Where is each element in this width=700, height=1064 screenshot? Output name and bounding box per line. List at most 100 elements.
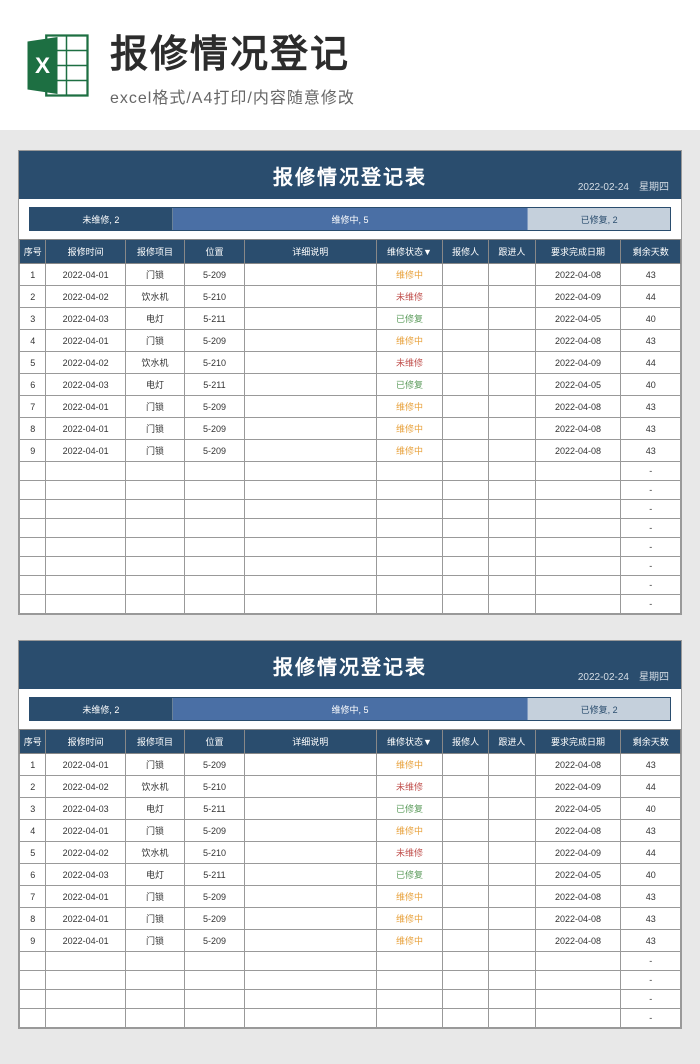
cell-desc (244, 440, 376, 462)
cell-seq: 9 (20, 930, 46, 952)
cell-item: 饮水机 (125, 842, 184, 864)
th-days: 剩余天数 (621, 240, 681, 264)
cell-person (443, 330, 489, 352)
th-loc: 位置 (185, 730, 244, 754)
sheet-container: 报修情况登记表 2022-02-24 星期四 未维修, 2 维修中, 5 已修复… (0, 130, 700, 1064)
cell-follow (489, 754, 535, 776)
cell-status: 维修中 (376, 820, 442, 842)
cell-req: 2022-04-09 (535, 776, 621, 798)
cell-follow (489, 908, 535, 930)
sheet-preview-1: 报修情况登记表 2022-02-24 星期四 未维修, 2 维修中, 5 已修复… (18, 150, 682, 615)
cell-status: 维修中 (376, 908, 442, 930)
cell-desc (244, 754, 376, 776)
cell-desc (244, 930, 376, 952)
repair-table: 序号 报修时间 报修项目 位置 详细说明 维修状态▼ 报修人 跟进人 要求完成日… (19, 239, 681, 614)
cell-req: 2022-04-08 (535, 440, 621, 462)
cell-req: 2022-04-08 (535, 908, 621, 930)
table-row-empty: - (20, 538, 681, 557)
cell-req: 2022-04-05 (535, 798, 621, 820)
cell-days: 44 (621, 352, 681, 374)
cell-item: 门锁 (125, 418, 184, 440)
table-row-empty: - (20, 990, 681, 1009)
cell-time: 2022-04-03 (46, 864, 125, 886)
cell-desc (244, 286, 376, 308)
cell-item: 门锁 (125, 908, 184, 930)
cell-follow (489, 308, 535, 330)
cell-loc: 5-209 (185, 330, 244, 352)
th-status[interactable]: 维修状态▼ (376, 240, 442, 264)
cell-status: 维修中 (376, 754, 442, 776)
th-desc: 详细说明 (244, 240, 376, 264)
cell-follow (489, 440, 535, 462)
cell-loc: 5-209 (185, 820, 244, 842)
table-row-empty: - (20, 971, 681, 990)
cell-desc (244, 330, 376, 352)
cell-status: 维修中 (376, 440, 442, 462)
cell-follow (489, 396, 535, 418)
status-segment-repairing: 维修中, 5 (173, 698, 528, 720)
table-row: 5 2022-04-02 饮水机 5-210 未维修 2022-04-09 44 (20, 352, 681, 374)
cell-loc: 5-211 (185, 864, 244, 886)
cell-days-empty: - (621, 538, 681, 557)
cell-days: 40 (621, 374, 681, 396)
top-banner: X 报修情况登记 excel格式/A4打印/内容随意修改 (0, 0, 700, 130)
cell-seq: 3 (20, 308, 46, 330)
table-row-empty: - (20, 595, 681, 614)
cell-req: 2022-04-08 (535, 330, 621, 352)
cell-loc: 5-210 (185, 286, 244, 308)
cell-time: 2022-04-02 (46, 286, 125, 308)
cell-days: 43 (621, 396, 681, 418)
cell-days: 43 (621, 440, 681, 462)
th-req: 要求完成日期 (535, 240, 621, 264)
cell-person (443, 374, 489, 396)
cell-days-empty: - (621, 576, 681, 595)
cell-follow (489, 418, 535, 440)
cell-item: 门锁 (125, 930, 184, 952)
cell-desc (244, 798, 376, 820)
cell-person (443, 418, 489, 440)
cell-days-empty: - (621, 519, 681, 538)
cell-seq: 4 (20, 820, 46, 842)
sheet-header: 报修情况登记表 2022-02-24 星期四 (19, 151, 681, 199)
cell-loc: 5-210 (185, 776, 244, 798)
sheet-date: 2022-02-24 星期四 (578, 668, 669, 683)
cell-loc: 5-210 (185, 842, 244, 864)
th-follow: 跟进人 (489, 730, 535, 754)
cell-item: 门锁 (125, 820, 184, 842)
table-row-empty: - (20, 500, 681, 519)
sheet-title: 报修情况登记表 (273, 651, 427, 680)
table-row: 4 2022-04-01 门锁 5-209 维修中 2022-04-08 43 (20, 330, 681, 352)
th-time: 报修时间 (46, 730, 125, 754)
th-status[interactable]: 维修状态▼ (376, 730, 442, 754)
status-segment-repairing: 维修中, 5 (173, 208, 528, 230)
cell-status: 已修复 (376, 864, 442, 886)
cell-person (443, 396, 489, 418)
cell-person (443, 798, 489, 820)
cell-person (443, 886, 489, 908)
cell-item: 电灯 (125, 798, 184, 820)
cell-days-empty: - (621, 971, 681, 990)
table-row: 3 2022-04-03 电灯 5-211 已修复 2022-04-05 40 (20, 308, 681, 330)
cell-loc: 5-210 (185, 352, 244, 374)
table-row: 9 2022-04-01 门锁 5-209 维修中 2022-04-08 43 (20, 930, 681, 952)
th-item: 报修项目 (125, 730, 184, 754)
table-row-empty: - (20, 576, 681, 595)
cell-time: 2022-04-02 (46, 776, 125, 798)
th-desc: 详细说明 (244, 730, 376, 754)
cell-status: 未维修 (376, 842, 442, 864)
cell-seq: 1 (20, 264, 46, 286)
cell-req: 2022-04-08 (535, 264, 621, 286)
cell-days: 43 (621, 754, 681, 776)
table-row: 7 2022-04-01 门锁 5-209 维修中 2022-04-08 43 (20, 396, 681, 418)
cell-follow (489, 930, 535, 952)
cell-loc: 5-211 (185, 798, 244, 820)
cell-status: 维修中 (376, 886, 442, 908)
cell-item: 饮水机 (125, 286, 184, 308)
cell-seq: 1 (20, 754, 46, 776)
sheet-header: 报修情况登记表 2022-02-24 星期四 (19, 641, 681, 689)
cell-desc (244, 908, 376, 930)
repair-table: 序号 报修时间 报修项目 位置 详细说明 维修状态▼ 报修人 跟进人 要求完成日… (19, 729, 681, 1028)
table-row-empty: - (20, 519, 681, 538)
banner-title: 报修情况登记 (110, 23, 680, 78)
cell-days-empty: - (621, 1009, 681, 1028)
